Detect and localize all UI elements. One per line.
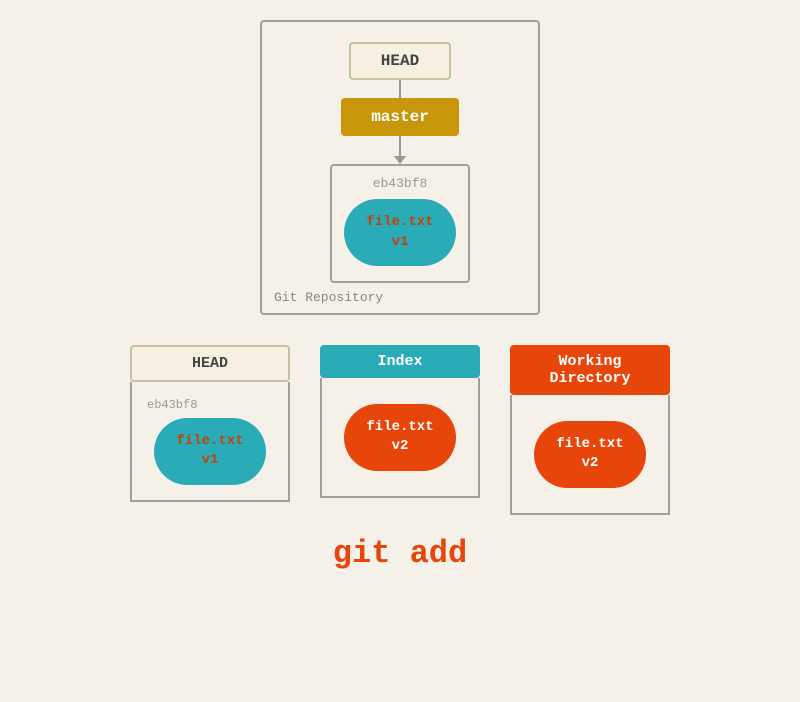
head-box-top: HEAD — [349, 42, 451, 80]
commit-hash-bottom: eb43bf8 — [142, 398, 197, 412]
file-blob-index-line1: file.txt — [366, 419, 433, 435]
master-box: master — [341, 98, 459, 136]
file-blob-top-line2: v1 — [392, 234, 409, 250]
index-content-box: file.txt v2 — [320, 378, 480, 498]
git-repo-box: HEAD master eb43bf8 file.txt v1 Git Repo… — [260, 20, 540, 315]
arrow-head-1 — [394, 156, 406, 164]
file-blob-top: file.txt v1 — [344, 199, 455, 266]
master-label: master — [371, 108, 429, 126]
bottom-section: HEAD eb43bf8 file.txt v1 Index file — [20, 345, 780, 572]
file-blob-wd-line1: file.txt — [556, 436, 623, 452]
repo-label: Git Repository — [274, 290, 383, 305]
file-blob-wd-line2: v2 — [582, 455, 599, 471]
file-blob-wd: file.txt v2 — [534, 421, 645, 488]
bottom-panels: HEAD eb43bf8 file.txt v1 Index file — [130, 345, 670, 515]
panel-head: HEAD eb43bf8 file.txt v1 — [130, 345, 290, 502]
commit-hash-top: eb43bf8 — [373, 176, 428, 191]
working-dir-content-box: file.txt v2 — [510, 395, 670, 515]
working-dir-line2: Directory — [549, 370, 630, 387]
commit-box-top: eb43bf8 file.txt v1 — [330, 164, 470, 283]
working-dir-line1: Working — [558, 353, 621, 370]
panel-working-dir: Working Directory file.txt v2 — [510, 345, 670, 515]
file-blob-index: file.txt v2 — [344, 404, 455, 471]
head-label-bottom: HEAD — [192, 355, 228, 372]
file-blob-head-line2: v1 — [202, 452, 219, 468]
head-label-top: HEAD — [381, 52, 419, 70]
connector-head-master — [399, 80, 401, 98]
file-blob-top-line1: file.txt — [366, 214, 433, 230]
file-blob-head-bottom: file.txt v1 — [154, 418, 265, 485]
file-blob-index-line2: v2 — [392, 438, 409, 454]
arrow-shaft-1 — [399, 136, 401, 156]
index-box: Index — [320, 345, 480, 378]
arrow-master-commit — [394, 136, 406, 164]
head-box-bottom: HEAD — [130, 345, 290, 382]
index-label: Index — [377, 353, 422, 370]
git-add-label: git add — [333, 535, 467, 572]
main-container: HEAD master eb43bf8 file.txt v1 Git Repo… — [0, 0, 800, 702]
working-dir-box: Working Directory — [510, 345, 670, 395]
head-content-box: eb43bf8 file.txt v1 — [130, 382, 290, 502]
panel-index: Index file.txt v2 — [320, 345, 480, 498]
file-blob-head-line1: file.txt — [176, 433, 243, 449]
